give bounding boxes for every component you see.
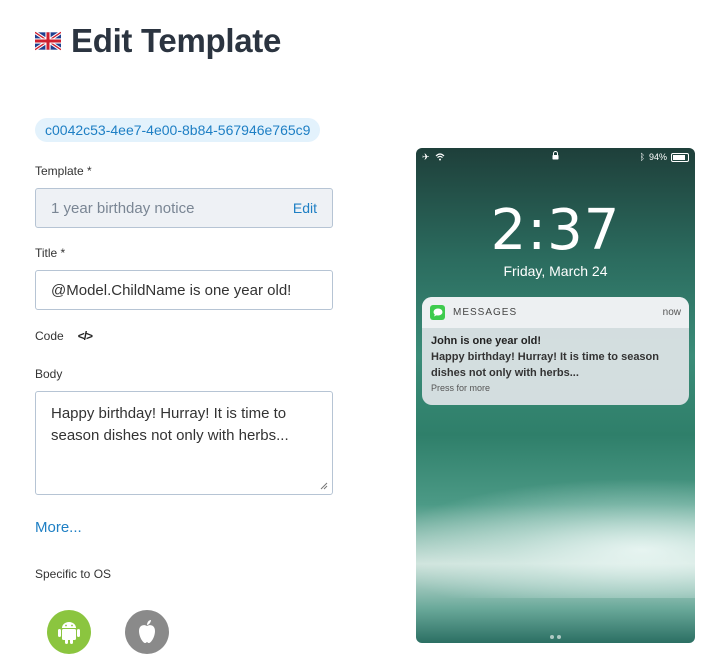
phone-preview: ✈ ᛒ 94% 2:37 Friday, March 24 MESSAGES n…	[416, 148, 695, 643]
template-id-badge: c0042c53-4ee7-4e00-8b84-567946e765c9	[35, 118, 321, 142]
template-field: 1 year birthday notice Edit	[35, 188, 333, 228]
body-textarea[interactable]: Happy birthday! Hurray! It is time to se…	[35, 391, 333, 495]
notification-title: John is one year old!	[431, 335, 542, 347]
template-edit-link[interactable]: Edit	[293, 200, 317, 216]
page-header: Edit Template	[35, 22, 281, 60]
body-textarea-value: Happy birthday! Hurray! It is time to se…	[51, 405, 289, 444]
apple-icon	[139, 620, 155, 643]
wifi-icon	[435, 153, 444, 161]
lockscreen-date: Friday, March 24	[503, 263, 608, 279]
android-icon	[58, 622, 80, 644]
template-label: Template *	[35, 164, 92, 178]
notification-app-name: MESSAGES	[453, 307, 518, 318]
notification-card[interactable]: MESSAGES now John is one year old! Happy…	[422, 297, 689, 405]
airplane-icon: ✈	[422, 151, 430, 162]
code-label: Code	[35, 329, 64, 343]
uk-flag-icon	[35, 31, 61, 51]
code-row: Code </>	[35, 329, 93, 343]
body-label: Body	[35, 367, 63, 381]
notification-body: John is one year old! Happy birthday! Hu…	[422, 328, 689, 400]
bluetooth-icon: ᛒ	[639, 152, 645, 162]
title-input-value: @Model.ChildName is one year old!	[51, 281, 292, 299]
title-input[interactable]: @Model.ChildName is one year old!	[35, 270, 333, 310]
notification-time: now	[662, 307, 681, 318]
lockscreen-time: 2:37	[490, 198, 621, 263]
messages-icon	[430, 305, 445, 320]
resize-grip-icon[interactable]	[320, 482, 328, 490]
code-icon[interactable]: </>	[78, 329, 93, 343]
notification-header: MESSAGES now	[422, 297, 689, 328]
template-value: 1 year birthday notice	[51, 199, 195, 217]
more-link[interactable]: More...	[35, 519, 82, 536]
notification-hint: Press for more	[431, 383, 491, 393]
battery-percent: 94%	[648, 152, 667, 162]
notification-text: Happy birthday! Hurray! It is time to se…	[431, 351, 659, 379]
page-indicator	[416, 635, 695, 639]
lock-icon	[552, 151, 559, 160]
apple-os-button[interactable]	[125, 610, 169, 654]
android-os-button[interactable]	[47, 610, 91, 654]
os-label: Specific to OS	[35, 567, 112, 581]
title-label: Title *	[35, 246, 66, 260]
page-title: Edit Template	[71, 22, 282, 59]
battery-icon	[671, 152, 689, 162]
